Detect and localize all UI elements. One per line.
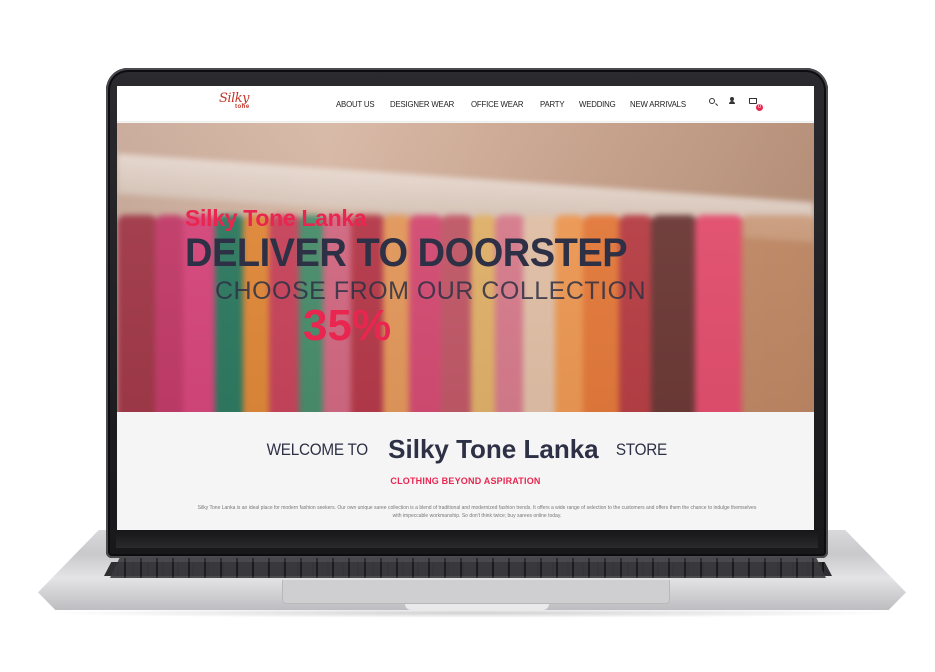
cart-count-badge: 0 [756,104,763,111]
hero-subtitle: Silky Tone Lanka [185,205,367,231]
welcome-tagline: CLOTHING BEYOND ASPIRATION [390,476,541,486]
laptop-trackpad [282,580,670,604]
main-menu: ABOUT US DESIGNER WEAR OFFICE WEAR PARTY… [336,99,703,109]
welcome-section: WELCOME TO Silky Tone Lanka STORE CLOTHI… [117,412,814,530]
cart-icon[interactable]: 0 [749,98,763,111]
hero-tagline: CHOOSE FROM OUR COLLECTION [215,277,647,305]
hero-banner: Silky Tone Lanka DELIVER TO DOORSTEP CHO… [117,123,814,412]
user-icon[interactable] [729,97,735,105]
brand-logo[interactable]: Silky tone [219,91,271,115]
hero-title: DELIVER TO DOORSTEP [185,231,628,275]
search-icon[interactable] [709,98,715,104]
menu-item-office-wear[interactable]: OFFICE WEAR [471,99,523,109]
welcome-suffix: STORE [615,439,668,459]
logo-sub: tone [235,104,250,110]
welcome-prefix: WELCOME TO [266,439,369,459]
menu-item-wedding[interactable]: WEDDING [579,99,616,109]
nav-icons: 0 [709,97,771,111]
laptop-notch [405,604,549,610]
top-navbar: Silky tone ABOUT US DESIGNER WEAR OFFICE… [117,86,814,122]
welcome-description: Silky Tone Lanka is an ideal place for m… [197,505,757,519]
welcome-heading: WELCOME TO Silky Tone Lanka STORE [117,434,814,465]
laptop-screen: Silky tone ABOUT US DESIGNER WEAR OFFICE… [117,86,814,530]
welcome-store-name: Silky Tone Lanka [388,434,599,464]
hero-discount: 35% [303,301,392,350]
laptop-hinge [116,530,818,548]
menu-item-party[interactable]: PARTY [540,99,565,109]
menu-item-new-arrivals[interactable]: NEW ARRIVALS [630,99,686,109]
menu-item-designer-wear[interactable]: DESIGNER WEAR [390,99,454,109]
menu-item-about-us[interactable]: ABOUT US [336,99,375,109]
